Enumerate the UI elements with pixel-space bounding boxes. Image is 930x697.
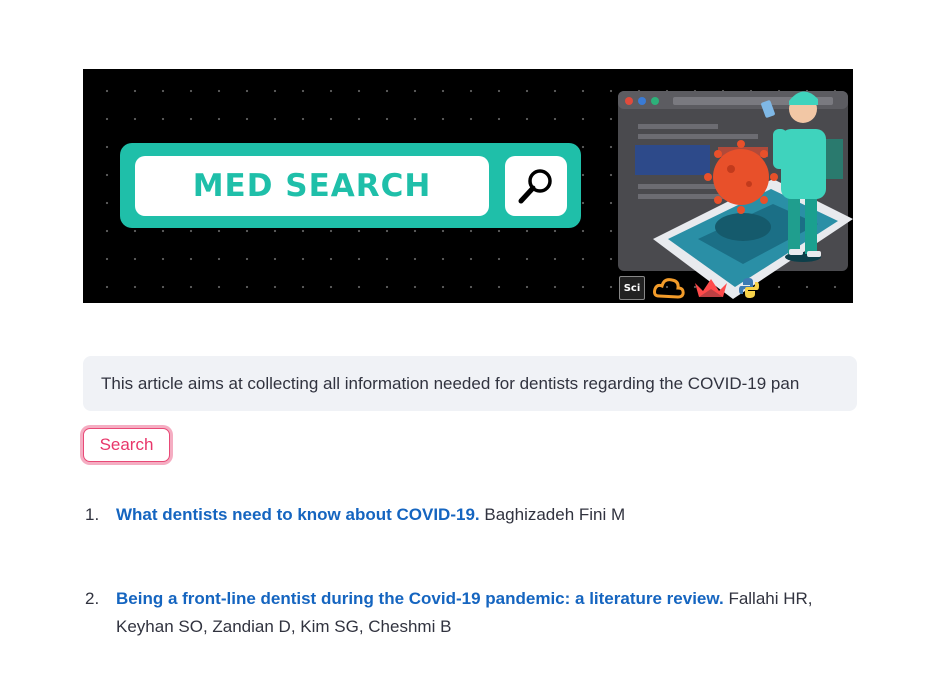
- magnifier-icon: [518, 169, 552, 204]
- sci-logo: Sci: [619, 276, 645, 300]
- list-item: 2. Being a front-line dentist during the…: [83, 585, 853, 641]
- banner-search-graphic: MED SEARCH: [120, 143, 581, 228]
- result-title-link[interactable]: What dentists need to know about COVID-1…: [116, 505, 480, 524]
- search-button[interactable]: Search: [83, 428, 170, 462]
- result-number: 2.: [85, 589, 100, 608]
- cloud-logo: [653, 278, 685, 299]
- streamlit-logo: [695, 279, 727, 297]
- results-list: 1. What dentists need to know about COVI…: [83, 501, 853, 697]
- banner-title: MED SEARCH: [192, 168, 432, 204]
- tech-logos: Sci: [619, 276, 761, 300]
- query-input-value: This article aims at collecting all info…: [101, 373, 800, 393]
- query-input[interactable]: This article aims at collecting all info…: [83, 356, 857, 411]
- med-search-banner: MED SEARCH Sci: [83, 69, 853, 303]
- result-authors: Baghizadeh Fini M: [484, 505, 626, 524]
- result-title-link[interactable]: Being a front-line dentist during the Co…: [116, 589, 724, 608]
- banner-search-button-graphic: [505, 156, 567, 216]
- python-logo: [739, 278, 759, 298]
- dentist-illustration: [618, 91, 853, 299]
- result-number: 1.: [85, 505, 100, 524]
- list-item: 1. What dentists need to know about COVI…: [83, 501, 853, 529]
- banner-search-field: MED SEARCH: [135, 156, 489, 216]
